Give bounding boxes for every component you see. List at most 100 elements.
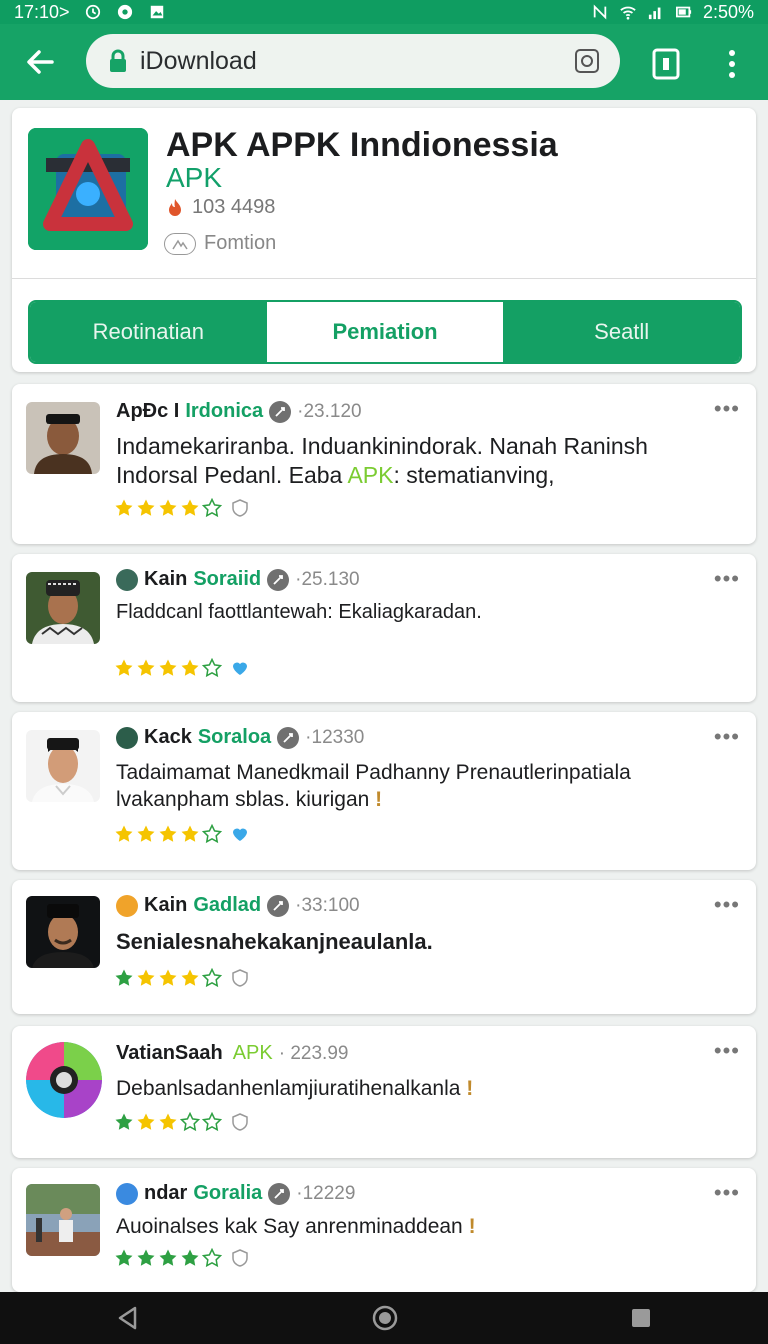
recents-nav-icon[interactable]	[629, 1306, 653, 1330]
star-filled-icon	[137, 969, 155, 986]
star-empty-icon	[202, 498, 222, 518]
star-empty-icon	[202, 658, 222, 678]
app-icon	[28, 128, 148, 250]
reviewer-name-suffix: Irdonica	[185, 400, 264, 422]
reviewer-name: Kain	[144, 568, 188, 590]
mini-avatar-icon	[116, 568, 138, 591]
review-header: ApÐc I Irdonica ·23.120	[116, 400, 362, 423]
more-options-icon[interactable]: •••	[714, 1038, 740, 1064]
star-filled-icon	[137, 499, 155, 516]
reviewer-name-suffix: APK	[232, 1042, 273, 1064]
star-filled-icon	[137, 1249, 155, 1266]
star-rating	[114, 1248, 250, 1268]
more-vert-icon[interactable]	[714, 46, 750, 82]
shield-icon[interactable]	[230, 498, 250, 518]
star-filled-icon	[181, 499, 199, 516]
star-filled-icon	[159, 969, 177, 986]
app-header-card: APK APPK Inndionessia APK 103 4498 Fomti…	[12, 108, 756, 372]
app-title: APK APPK Inndionessia	[166, 126, 558, 164]
star-rating	[114, 824, 250, 844]
review-card[interactable]: Kack Soraloa ·12330 ••• Tadaimamat Maned…	[12, 712, 756, 870]
more-options-icon[interactable]: •••	[714, 724, 740, 750]
download-count: 103 4498	[164, 196, 275, 219]
review-card[interactable]: ndar Goralia ·12229 ••• Auoinalses kak S…	[12, 1168, 756, 1292]
review-text: Auoinalses kak Say anrenminaddean !	[116, 1214, 736, 1241]
verified-icon	[267, 894, 290, 917]
reviewer-name-suffix: Soraloa	[197, 726, 272, 748]
clock-icon	[85, 4, 100, 20]
star-rating	[114, 658, 250, 678]
browser-toolbar: iDownload	[0, 24, 768, 100]
review-text-highlight: APK	[347, 462, 394, 489]
star-filled-icon	[115, 825, 133, 842]
address-bar[interactable]: iDownload	[86, 34, 620, 88]
download-count-text: 103 4498	[192, 196, 276, 218]
mini-avatar-icon	[116, 726, 138, 749]
app-category: Fomtion	[164, 232, 276, 255]
review-date: ·23.120	[297, 400, 362, 422]
verified-icon	[268, 1182, 291, 1205]
battery-icon	[675, 6, 692, 18]
system-nav-bar	[0, 1292, 768, 1344]
tab-seatll[interactable]: Seatll	[503, 302, 740, 362]
reviewer-name: Kain	[144, 894, 188, 916]
star-empty-icon	[202, 968, 222, 988]
back-nav-icon[interactable]	[115, 1305, 141, 1331]
wifi-icon	[620, 6, 636, 20]
tab-reotinatian[interactable]: Reotinatian	[30, 302, 267, 362]
review-text: Fladdcanl faottlantewah: Ekaliagkaradan.	[116, 601, 482, 623]
reviewer-name: Kack	[144, 726, 192, 748]
review-card[interactable]: Kain Soraiid ·25.130 ••• Fladdcanl faott…	[12, 554, 756, 702]
star-empty-icon	[202, 1248, 222, 1268]
exclamation-icon: !	[460, 1077, 474, 1100]
reviewer-name-suffix: Goralia	[193, 1182, 263, 1204]
star-filled-icon	[115, 659, 133, 676]
more-options-icon[interactable]: •••	[714, 1180, 740, 1206]
review-card[interactable]: ApÐc I Irdonica ·23.120 ••• Indamekarira…	[12, 384, 756, 544]
review-card[interactable]: VatianSaah APK · 223.99 ••• Debanlsadanh…	[12, 1026, 756, 1158]
shield-icon[interactable]	[230, 1248, 250, 1268]
tab-pemiation[interactable]: Pemiation	[266, 302, 504, 362]
review-header: Kain Gadlad ·33:100	[116, 894, 360, 917]
tab-segmented-control: Reotinatian Pemiation Seatll	[28, 300, 742, 364]
review-date: ·33:100	[295, 894, 360, 916]
battery-percent: 2:50%	[702, 1, 754, 22]
review-date: · 223.99	[278, 1042, 349, 1064]
notification-icon	[117, 4, 132, 20]
review-date: ·25.130	[295, 568, 360, 590]
exclamation-icon: !	[369, 787, 383, 811]
avatar	[26, 1184, 100, 1256]
verified-icon	[269, 400, 292, 423]
more-options-icon[interactable]: •••	[714, 396, 740, 422]
category-text: Fomtion	[204, 232, 277, 254]
star-filled-icon	[137, 659, 155, 676]
review-text-part: Debanlsadanhenlamjiuratihenalkanla	[116, 1077, 461, 1100]
review-text: Indamekariranba. Induankinindorak. Nanah…	[116, 432, 736, 491]
star-filled-icon	[181, 659, 199, 676]
reviewer-name-suffix: Gadlad	[193, 894, 262, 916]
heart-icon[interactable]	[230, 824, 250, 844]
star-filled-icon	[181, 969, 199, 986]
review-text: Senialesnahekakanjneaulanla.	[116, 929, 433, 954]
shield-icon[interactable]	[230, 1112, 250, 1132]
home-nav-icon[interactable]	[371, 1304, 399, 1332]
star-empty-icon	[202, 1112, 222, 1132]
more-options-icon[interactable]: •••	[714, 566, 740, 592]
star-filled-icon	[115, 1113, 133, 1130]
review-card[interactable]: Kain Gadlad ·33:100 ••• Senialesnahekaka…	[12, 880, 756, 1014]
back-button[interactable]	[0, 24, 80, 100]
lock-icon	[110, 49, 126, 72]
tabs-icon[interactable]	[648, 46, 684, 82]
star-empty-icon	[202, 824, 222, 844]
review-header: ndar Goralia ·12229	[116, 1182, 355, 1205]
verified-icon	[277, 726, 300, 749]
star-filled-icon	[115, 1249, 133, 1266]
star-filled-icon	[137, 1113, 155, 1130]
reviewer-name: ApÐc I	[116, 400, 180, 422]
star-rating	[114, 968, 250, 988]
shield-icon[interactable]	[230, 968, 250, 988]
heart-icon[interactable]	[230, 658, 250, 678]
star-filled-icon	[115, 499, 133, 516]
screenshot-icon[interactable]	[572, 46, 602, 76]
more-options-icon[interactable]: •••	[714, 892, 740, 918]
